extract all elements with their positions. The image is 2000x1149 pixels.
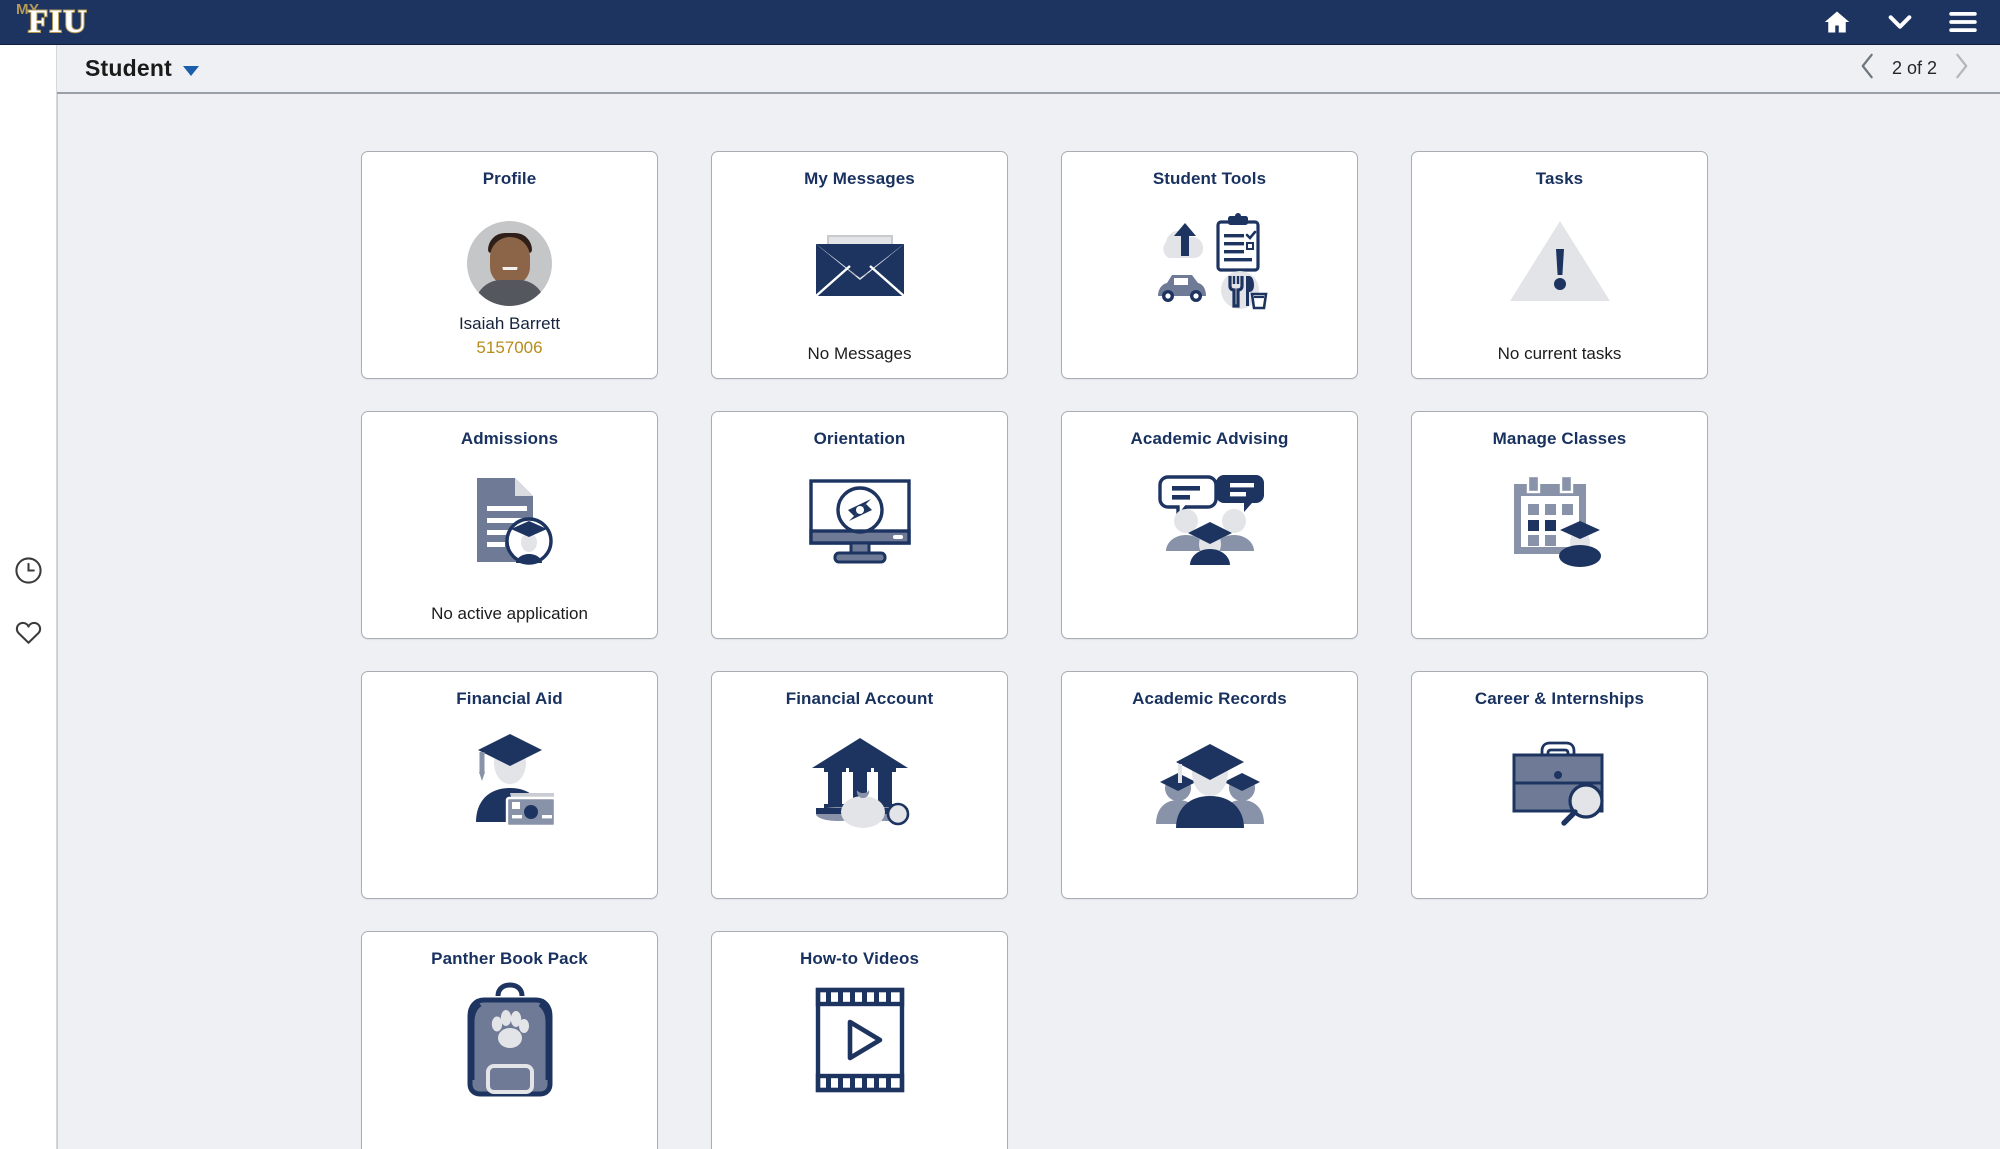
avatar bbox=[467, 220, 552, 306]
chevron-left-icon[interactable] bbox=[1859, 53, 1876, 84]
tile-academic-advising[interactable]: Academic Advising bbox=[1061, 411, 1358, 639]
bank-building-money-icon bbox=[712, 720, 1007, 840]
profile-student-id: 5157006 bbox=[476, 338, 543, 357]
graduate-money-icon bbox=[362, 720, 657, 840]
document-graduate-icon bbox=[362, 460, 657, 580]
tile-how-to-videos[interactable]: How-to Videos bbox=[711, 931, 1008, 1149]
film-strip-play-icon bbox=[712, 980, 1007, 1100]
home-icon[interactable] bbox=[1822, 8, 1852, 36]
tile-my-messages[interactable]: My Messages @ No Messages bbox=[711, 151, 1008, 379]
logo-name: FIU bbox=[27, 3, 88, 40]
tile-student-tools[interactable]: Student Tools bbox=[1061, 151, 1358, 379]
briefcase-magnifier-icon bbox=[1412, 720, 1707, 840]
backpack-paw-icon bbox=[362, 980, 657, 1100]
pager-count: 2 of 2 bbox=[1891, 58, 1937, 78]
page-pager: 2 of 2 bbox=[1859, 53, 2000, 84]
tile-panther-book-pack[interactable]: Panther Book Pack bbox=[361, 931, 658, 1149]
two-people-speech-bubbles-icon bbox=[1062, 460, 1357, 580]
tile-title: Admissions bbox=[460, 429, 559, 448]
tile-title: My Messages bbox=[804, 169, 915, 188]
myfiu-logo[interactable]: MY FIU bbox=[0, 0, 88, 45]
cloud-upload-clipboard-car-dining-icons bbox=[1062, 200, 1357, 320]
tile-title: How-to Videos bbox=[799, 949, 920, 968]
hamburger-menu-icon[interactable] bbox=[1948, 10, 1978, 34]
page-title: Student bbox=[85, 55, 172, 81]
tile-title: Student Tools bbox=[1152, 169, 1267, 188]
chevron-down-icon[interactable] bbox=[1886, 12, 1914, 32]
warning-triangle-icon bbox=[1412, 200, 1707, 320]
tile-title: Academic Advising bbox=[1130, 429, 1289, 448]
tile-academic-records[interactable]: Academic Records bbox=[1061, 671, 1358, 899]
caret-down-icon[interactable] bbox=[183, 65, 199, 76]
tile-title: Tasks bbox=[1535, 169, 1584, 188]
tile-subtitle: No current tasks bbox=[1497, 344, 1622, 363]
tile-title: Financial Aid bbox=[456, 689, 563, 708]
tile-profile[interactable]: Profile Isaiah Barrett 5157006 bbox=[361, 151, 658, 379]
left-rail bbox=[0, 45, 57, 1149]
clock-icon[interactable] bbox=[14, 556, 43, 590]
tile-title: Financial Account bbox=[785, 689, 934, 708]
tile-title: Academic Records bbox=[1132, 689, 1287, 708]
tile-grid: Profile Isaiah Barrett 5157006 My Messag… bbox=[361, 151, 1708, 1149]
profile-name: Isaiah Barrett bbox=[458, 314, 561, 333]
user-photo-avatar bbox=[362, 200, 657, 320]
tile-title: Manage Classes bbox=[1492, 429, 1627, 448]
tile-title: Career & Internships bbox=[1474, 689, 1645, 708]
tile-admissions[interactable]: Admissions No active application bbox=[361, 411, 658, 639]
tile-title: Panther Book Pack bbox=[431, 949, 588, 968]
tile-career-internships[interactable]: Career & Internships bbox=[1411, 671, 1708, 899]
page-header-left: Student bbox=[57, 55, 199, 82]
tile-manage-classes[interactable]: Manage Classes bbox=[1411, 411, 1708, 639]
top-bar-actions bbox=[1822, 8, 2000, 36]
tile-title: Orientation bbox=[813, 429, 906, 448]
tile-financial-account[interactable]: Financial Account bbox=[711, 671, 1008, 899]
tile-tasks[interactable]: Tasks No current tasks bbox=[1411, 151, 1708, 379]
tile-orientation[interactable]: Orientation bbox=[711, 411, 1008, 639]
tile-subtitle: No Messages bbox=[807, 344, 912, 363]
page-header: Student 2 of 2 bbox=[57, 45, 2000, 94]
tile-canvas: Profile Isaiah Barrett 5157006 My Messag… bbox=[57, 94, 2000, 1149]
graduates-group-icon bbox=[1062, 720, 1357, 840]
chevron-right-icon[interactable] bbox=[1953, 53, 1970, 84]
heart-icon[interactable] bbox=[14, 618, 43, 652]
monitor-compass-icon bbox=[712, 460, 1007, 580]
tile-financial-aid[interactable]: Financial Aid bbox=[361, 671, 658, 899]
tile-subtitle: No active application bbox=[431, 604, 588, 623]
tile-title: Profile bbox=[482, 169, 537, 188]
top-brand-bar: MY FIU bbox=[0, 0, 2000, 45]
calendar-graduate-icon bbox=[1412, 460, 1707, 580]
open-envelope-at-icon: @ bbox=[712, 200, 1007, 320]
